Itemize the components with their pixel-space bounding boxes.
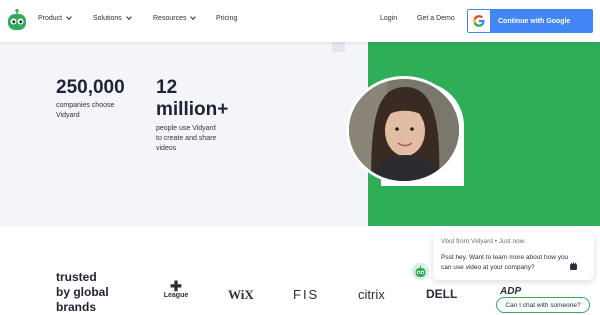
nav-solutions-label: Solutions [93,15,122,22]
nav-pricing-link[interactable]: Pricing [216,15,237,22]
chatbot-avatar[interactable] [412,263,429,280]
google-g-icon [473,15,485,27]
stat-users-text-2: to create and share [156,135,217,142]
brand-logo-citrix: citrix [358,287,385,302]
brand-logo-adp: ADP [500,286,522,297]
brand-logo-league: ✚ League [161,279,191,299]
brand-logo-wix: WiX [228,287,254,302]
person-portrait-icon [349,79,459,181]
chevron-down-icon [66,14,72,20]
stat-companies-number: 250,000 [56,77,125,98]
trusted-line-3: brands [56,300,97,314]
stat-companies-text-2: Vidyard [56,112,80,119]
trusted-line-2: by global [56,285,109,299]
stat-users-number-2: million+ [156,99,229,120]
brand-logo-dell: DELL [426,287,458,301]
chat-message-text: Psst hey. Want to learn more about how y… [441,254,569,271]
stat-users-text-1: people use Vidyard [156,125,216,132]
trusted-heading: trusted by global brands [56,270,109,315]
chat-reply-button[interactable]: Can I chat with someone? [496,297,590,313]
nav-solutions-menu[interactable]: Solutions [93,14,132,22]
customer-portrait-image [346,76,462,184]
chevron-down-icon [125,14,132,20]
login-link[interactable]: Login [380,15,397,22]
nav-resources-label: Resources [153,15,187,22]
stat-companies-text-1: companies choose [56,102,115,109]
hand-wave-icon [570,262,577,270]
chat-sender: Vbot from Vidyard • Just now [441,238,525,245]
get-demo-link[interactable]: Get a Demo [417,15,455,22]
nav-product-label: Product [38,15,63,22]
nav-resources-menu[interactable]: Resources [153,14,197,22]
nav-pricing-label: Pricing [216,15,238,22]
google-button-label: Continue with Google [498,17,571,25]
brand-logo-fis: FIS [293,287,320,302]
robot-avatar-icon [412,263,429,280]
decorative-shape [332,42,345,52]
chat-message-card[interactable]: Vbot from Vidyard • Just now Psst hey. W… [433,232,594,280]
chevron-down-icon [190,14,197,20]
google-logo-box [468,10,490,32]
stat-users-text-3: videos [156,145,177,152]
trusted-line-1: trusted [56,270,97,284]
stat-users-number-1: 12 [156,77,178,98]
league-logo-text: League [163,292,189,299]
top-navigation: Product Solutions Resources Pricing Logi… [0,0,600,42]
nav-product-menu[interactable]: Product [38,14,72,22]
continue-with-google-button[interactable]: Continue with Google [467,9,593,33]
robot-logo-icon[interactable] [7,9,27,31]
